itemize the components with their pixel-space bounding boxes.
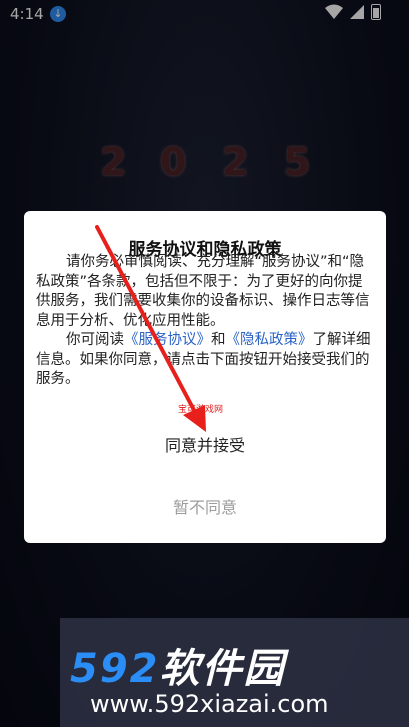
dialog-body: 请你务必审慎阅读、充分理解“服务协议”和“隐私政策”各条款，包括但不限于：为了更…	[36, 253, 376, 390]
dialog-paragraph-2-prefix: 你可阅读	[66, 332, 124, 348]
dialog-paragraph-1: 请你务必审慎阅读、充分理解“服务协议”和“隐私政策”各条款，包括但不限于：为了更…	[36, 253, 376, 331]
watermark-text: 宝可游戏网	[178, 405, 224, 415]
dialog-paragraph-2: 你可阅读《服务协议》和《隐私政策》了解详细信息。如果你同意，请点击下面按钮开始接…	[36, 331, 376, 390]
site-logo-number: 592	[70, 646, 160, 692]
site-banner: 592软件园 www.592xiazai.com	[60, 618, 409, 727]
site-url: www.592xiazai.com	[90, 690, 329, 718]
dialog-and-text: 和	[211, 332, 226, 348]
dialog-paragraph-1-text: 请你务必审慎阅读、充分理解“服务协议”和“隐私政策”各条款，包括但不限于：为了更…	[36, 254, 370, 329]
site-logo-text: 软件园	[159, 646, 286, 692]
privacy-dialog: 服务协议和隐私政策 请你务必审慎阅读、充分理解“服务协议”和“隐私政策”各条款，…	[24, 211, 386, 543]
site-logo: 592软件园	[70, 636, 286, 694]
accept-button[interactable]: 同意并接受	[24, 432, 386, 456]
service-agreement-link[interactable]: 《服务协议》	[124, 332, 211, 348]
privacy-policy-link[interactable]: 《隐私政策》	[226, 332, 313, 348]
decline-button[interactable]: 暂不同意	[24, 494, 386, 518]
